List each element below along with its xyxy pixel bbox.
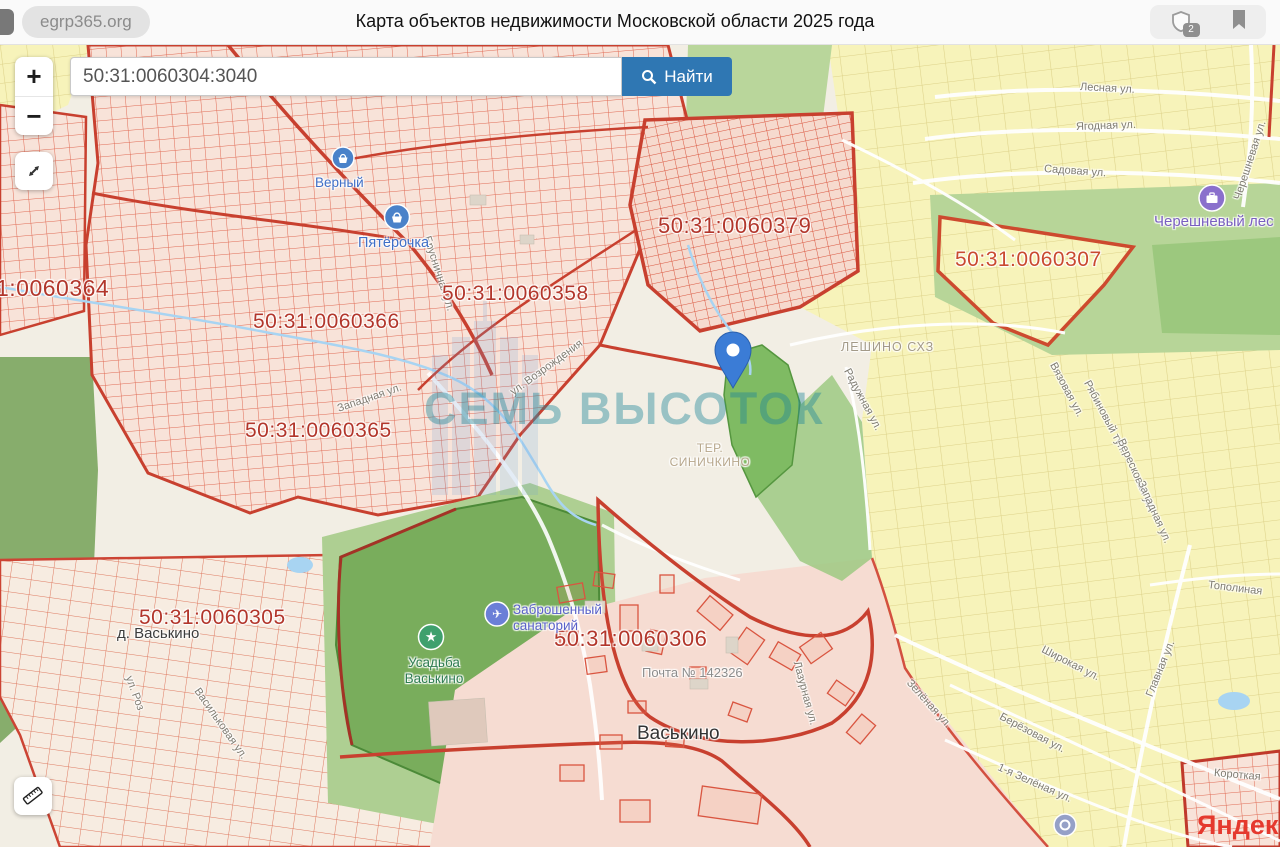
cadastral-label: 50:31:0060365 — [245, 418, 392, 443]
poi-label-verny[interactable]: Верный — [315, 175, 364, 191]
cadastral-label: 50:31:0060307 — [955, 247, 1102, 272]
fullscreen-button[interactable] — [15, 152, 53, 190]
shop-pyaterochka-icon[interactable] — [385, 205, 410, 230]
bookmark-icon[interactable] — [1230, 9, 1248, 36]
village-chereshnevy-les-icon[interactable] — [1199, 185, 1225, 211]
zoom-panel: + − — [15, 57, 53, 135]
expand-icon — [23, 160, 45, 182]
search-bar: Найти — [70, 57, 732, 96]
map-canvas[interactable]: ★ ✈ СЕМЬ ВЫСОТОК 1:0060364 50:31:0060366… — [0, 45, 1280, 847]
ruler-button[interactable] — [14, 777, 52, 815]
shield-icon[interactable]: 2 — [1169, 10, 1193, 34]
search-button[interactable]: Найти — [622, 57, 732, 96]
street-label: Ягодная ул. — [1076, 119, 1136, 134]
search-button-label: Найти — [664, 67, 713, 87]
search-icon — [641, 69, 657, 85]
poi-label-sanatorium[interactable]: Заброшенный санаторий — [513, 602, 602, 634]
bookmark-glyph — [1230, 9, 1248, 31]
place-label-d-vaskino: д. Васькино — [117, 625, 199, 643]
cadastral-label: 50:31:0060379 — [658, 213, 811, 239]
cadastral-label: 50:31:0060366 — [253, 309, 400, 334]
sanatorium-icon[interactable]: ✈ — [485, 602, 509, 626]
header-actions: 2 — [1150, 5, 1266, 39]
poi-icon[interactable] — [1054, 814, 1076, 836]
cadastral-label: 50:31:0060358 — [442, 281, 589, 306]
poi-label-chereshnevy-les[interactable]: Черешневый лес — [1154, 213, 1274, 231]
place-label-post-office: Почта № 142326 — [642, 665, 743, 681]
cadastral-label: 1:0060364 — [0, 275, 109, 303]
usadba-vaskino-icon[interactable]: ★ — [419, 625, 444, 650]
street-label: Лесная ул. — [1080, 81, 1135, 97]
browser-button-cut[interactable] — [0, 9, 14, 35]
svg-text:★: ★ — [425, 630, 438, 646]
shield-badge: 2 — [1183, 23, 1200, 37]
place-label-leshino: ЛЕШИНО СХЗ — [841, 340, 934, 355]
svg-text:✈: ✈ — [492, 607, 502, 621]
place-label-sinichkino: ТЕР. СИНИЧКИНО — [664, 441, 756, 470]
zoom-in-button[interactable]: + — [15, 57, 53, 96]
shop-verny-icon[interactable] — [332, 147, 354, 169]
site-logo[interactable]: egrp365.org — [22, 6, 150, 38]
poi-label-usadba-vaskino[interactable]: Усадьба Васькино — [396, 655, 472, 687]
search-input[interactable] — [70, 57, 622, 96]
yandex-attribution[interactable]: Яндекс — [1197, 810, 1280, 841]
header-bar: egrp365.org Карта объектов недвижимости … — [0, 0, 1280, 45]
page-title: Карта объектов недвижимости Московской о… — [356, 11, 875, 32]
ruler-icon — [18, 781, 48, 811]
poi-label-pyaterochka[interactable]: Пятёрочка — [358, 235, 429, 252]
watermark-text: СЕМЬ ВЫСОТОК — [424, 383, 825, 435]
zoom-out-button[interactable]: − — [15, 97, 53, 135]
place-label-vaskino: Васькино — [637, 723, 720, 746]
